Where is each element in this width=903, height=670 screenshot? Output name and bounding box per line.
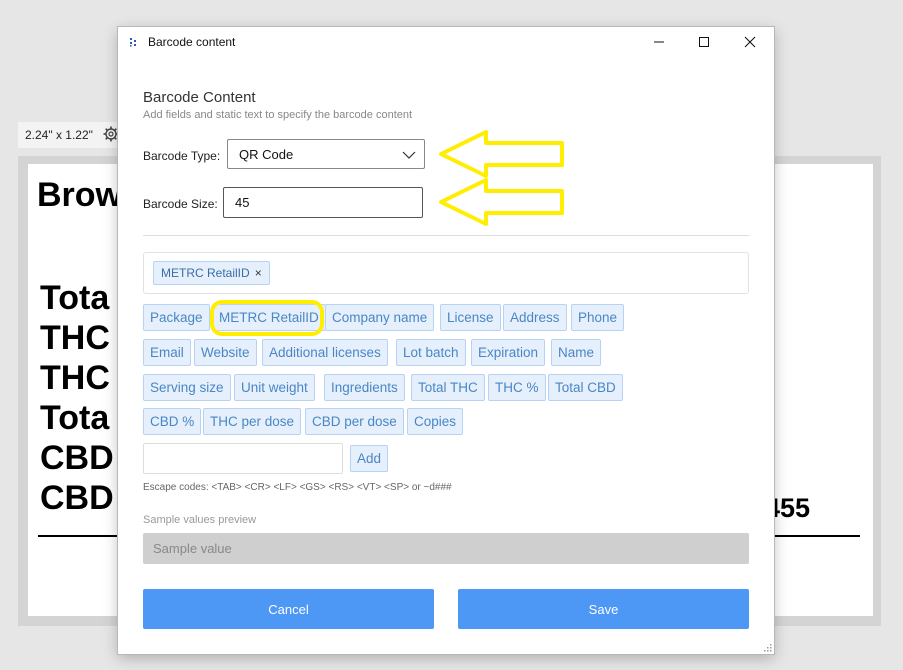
annotation-arrow-icon xyxy=(439,178,564,226)
window-title: Barcode content xyxy=(148,35,236,49)
label-text-line: THC xyxy=(40,359,110,397)
field-chip-copies[interactable]: Copies xyxy=(407,408,464,435)
preview-value: Sample value xyxy=(153,541,232,556)
label-text-line: CBD xyxy=(40,479,114,517)
gear-icon[interactable] xyxy=(103,126,119,142)
label-text-line: CBD xyxy=(40,439,114,477)
field-chip-lot-batch[interactable]: Lot batch xyxy=(396,339,466,366)
app-icon xyxy=(130,38,136,47)
dialog-heading: Barcode Content xyxy=(143,89,256,106)
barcode-size-label: Barcode Size: xyxy=(143,197,218,211)
barcode-size-input[interactable]: 45 xyxy=(223,187,423,218)
field-chip-thc-percent[interactable]: THC % xyxy=(488,374,546,401)
field-chip-total-cbd[interactable]: Total CBD xyxy=(548,374,623,401)
chevron-down-icon xyxy=(402,151,416,159)
label-text-line: Brow xyxy=(37,176,122,214)
field-chip-ingredients[interactable]: Ingredients xyxy=(324,374,405,401)
maximize-button[interactable] xyxy=(681,27,727,57)
remove-token-icon[interactable]: × xyxy=(255,266,262,280)
field-chip-additional-licenses[interactable]: Additional licenses xyxy=(262,339,388,366)
field-chip-email[interactable]: Email xyxy=(143,339,191,366)
divider xyxy=(143,235,749,236)
field-chip-company-name[interactable]: Company name xyxy=(325,304,435,331)
barcode-type-select[interactable]: QR Code xyxy=(227,139,425,169)
minimize-button[interactable] xyxy=(636,27,682,57)
token-label: METRC RetailID xyxy=(161,266,250,280)
label-text-line: THC xyxy=(40,319,110,357)
field-chip-phone[interactable]: Phone xyxy=(571,304,625,331)
selected-token: METRC RetailID × xyxy=(153,261,270,285)
barcode-size-value: 45 xyxy=(235,195,250,210)
static-text-input[interactable] xyxy=(143,443,343,474)
label-text-line: Tota xyxy=(40,399,110,437)
field-chip-address[interactable]: Address xyxy=(503,304,567,331)
field-chip-website[interactable]: Website xyxy=(194,339,257,366)
dialog-subheading: Add fields and static text to specify th… xyxy=(143,109,413,121)
cancel-button[interactable]: Cancel xyxy=(143,589,434,629)
preview-label: Sample values preview xyxy=(143,514,257,526)
barcode-type-value: QR Code xyxy=(239,146,294,162)
close-button[interactable] xyxy=(727,27,773,57)
save-button[interactable]: Save xyxy=(458,589,749,629)
minimize-icon xyxy=(654,41,664,43)
add-button[interactable]: Add xyxy=(350,445,389,472)
label-text-line: Tota xyxy=(40,279,110,317)
annotation-highlight-icon xyxy=(210,300,324,336)
sample-value-preview: Sample value xyxy=(143,533,749,564)
field-chip-name[interactable]: Name xyxy=(551,339,602,366)
field-chip-package[interactable]: Package xyxy=(143,304,210,331)
field-chip-cbd-per-dose[interactable]: CBD per dose xyxy=(305,408,404,435)
annotation-arrow-icon xyxy=(439,130,564,178)
title-bar[interactable]: Barcode content xyxy=(118,27,774,59)
field-chip-serving-size[interactable]: Serving size xyxy=(143,374,231,401)
field-chip-unit-weight[interactable]: Unit weight xyxy=(234,374,315,401)
barcode-type-label: Barcode Type: xyxy=(143,149,221,163)
maximize-icon xyxy=(699,37,709,47)
barcode-content-dialog: Barcode content Barcode Content Add fiel… xyxy=(118,27,774,654)
barcode-token-box[interactable]: METRC RetailID × xyxy=(143,252,749,294)
escape-codes-hint: Escape codes: <TAB> <CR> <LF> <GS> <RS> … xyxy=(143,482,452,493)
field-chip-license[interactable]: License xyxy=(440,304,501,331)
field-chip-expiration[interactable]: Expiration xyxy=(471,339,546,366)
field-chip-thc-per-dose[interactable]: THC per dose xyxy=(203,408,302,435)
close-icon xyxy=(744,36,756,48)
resize-grip-icon[interactable] xyxy=(762,642,772,652)
field-chip-cbd-percent[interactable]: CBD % xyxy=(143,408,202,435)
field-chip-total-thc[interactable]: Total THC xyxy=(411,374,485,401)
